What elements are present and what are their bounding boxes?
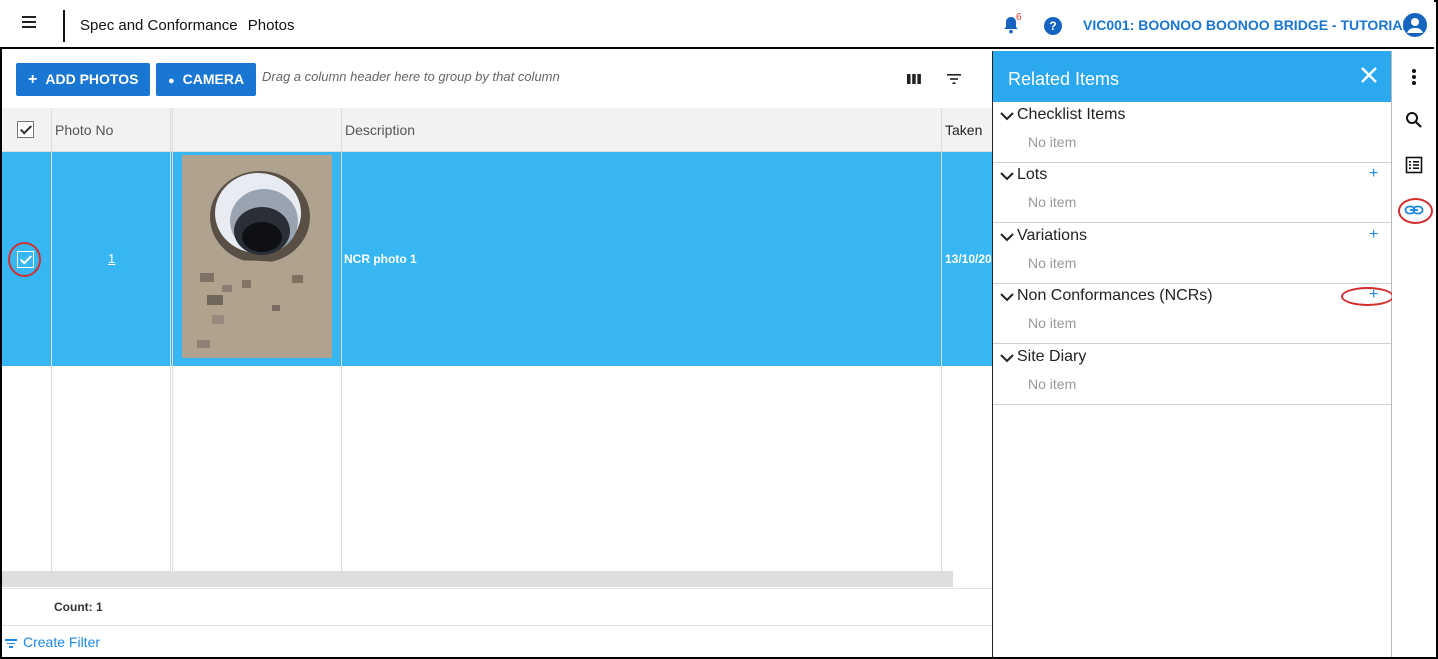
section-empty-text: No item	[1028, 376, 1077, 392]
column-header-taken[interactable]: Taken	[945, 122, 982, 138]
chevron-down-icon[interactable]	[1000, 350, 1014, 363]
help-icon[interactable]: ?	[1044, 17, 1062, 35]
section-empty-text: No item	[1028, 255, 1077, 271]
right-rail	[1392, 51, 1436, 657]
section-title[interactable]: Lots	[1017, 166, 1047, 184]
horizontal-scrollbar[interactable]	[2, 571, 953, 587]
filter-lines-icon	[5, 637, 17, 650]
section-non-conformances: Non Conformances (NCRs) + No item	[993, 283, 1394, 344]
chevron-down-icon[interactable]	[1000, 168, 1014, 181]
section-lots: Lots + No item	[993, 162, 1391, 223]
top-bar: Spec and Conformance Photos 6 ? VIC001: …	[0, 0, 1434, 49]
camera-label: CAMERA	[182, 71, 245, 87]
breadcrumb: Spec and Conformance Photos	[80, 17, 300, 34]
section-title[interactable]: Non Conformances (NCRs)	[1017, 287, 1213, 305]
row-description: NCR photo 1	[344, 252, 417, 266]
close-icon[interactable]	[1360, 65, 1378, 89]
camera-icon: ●	[168, 75, 175, 87]
footer-divider	[2, 625, 992, 626]
column-divider	[170, 108, 171, 571]
section-title[interactable]: Checklist Items	[1017, 106, 1125, 124]
hamburger-menu-icon[interactable]	[22, 16, 36, 30]
section-title[interactable]: Site Diary	[1017, 348, 1086, 366]
row-taken-date: 13/10/20	[945, 252, 992, 266]
select-all-checkbox[interactable]	[17, 121, 34, 138]
column-divider	[941, 108, 942, 571]
user-avatar-icon[interactable]	[1403, 13, 1427, 37]
column-divider	[172, 108, 173, 571]
section-title[interactable]: Variations	[1017, 227, 1087, 245]
notifications-bell-icon[interactable]: 6	[1003, 12, 1023, 38]
footer-divider	[2, 588, 992, 589]
camera-button[interactable]: ● CAMERA	[156, 63, 257, 96]
chevron-down-icon[interactable]	[1000, 289, 1014, 302]
section-empty-text: No item	[1028, 134, 1077, 150]
plus-icon: +	[28, 71, 38, 88]
chevron-down-icon[interactable]	[1000, 229, 1014, 242]
photo-no-link[interactable]: 1	[108, 251, 115, 266]
section-empty-text: No item	[1028, 315, 1077, 331]
related-items-panel: Related Items Checklist Items No item Lo…	[992, 51, 1394, 657]
group-by-drop-zone[interactable]: Drag a column header here to group by th…	[262, 69, 560, 84]
section-checklist-items: Checklist Items No item	[993, 102, 1391, 163]
search-icon[interactable]	[1404, 110, 1424, 130]
column-chooser-icon[interactable]	[905, 70, 923, 88]
add-photos-button[interactable]: + ADD PHOTOS	[16, 63, 151, 96]
create-filter-link[interactable]: Create Filter	[5, 634, 100, 650]
section-empty-text: No item	[1028, 194, 1077, 210]
list-details-icon[interactable]	[1404, 155, 1424, 175]
more-vertical-icon[interactable]	[1404, 67, 1424, 87]
photo-thumbnail[interactable]	[182, 155, 332, 358]
section-site-diary: Site Diary No item	[993, 344, 1391, 405]
table-row[interactable]: 1 NCR photo 1 13/10/20	[2, 152, 992, 366]
grid-header: Photo No Description Taken	[2, 108, 992, 152]
column-divider	[51, 108, 52, 571]
breadcrumb-module[interactable]: Spec and Conformance	[80, 17, 238, 34]
create-filter-label: Create Filter	[23, 634, 101, 650]
section-variations: Variations + No item	[993, 223, 1391, 284]
column-divider	[341, 108, 342, 571]
filter-icon[interactable]	[945, 70, 963, 88]
highlight-ring	[1341, 287, 1394, 306]
column-header-description[interactable]: Description	[345, 122, 415, 138]
related-items-title: Related Items	[1008, 69, 1120, 89]
add-lot-button[interactable]: +	[1369, 165, 1378, 183]
column-header-photo-no[interactable]: Photo No	[55, 122, 113, 138]
project-selector[interactable]: VIC001: BOONOO BOONOO BRIDGE - TUTORIAL	[1083, 17, 1411, 33]
breadcrumb-page: Photos	[247, 17, 295, 34]
add-photos-label: ADD PHOTOS	[45, 71, 139, 87]
row-count: Count: 1	[54, 600, 103, 614]
header-divider	[63, 10, 65, 42]
notification-count-badge: 6	[1016, 12, 1022, 23]
highlight-ring	[8, 242, 41, 277]
highlight-ring	[1398, 198, 1433, 224]
photos-grid: Photo No Description Taken 1 NCR photo 1…	[2, 108, 992, 571]
related-items-header: Related Items	[993, 51, 1391, 102]
chevron-down-icon[interactable]	[1000, 108, 1014, 121]
add-variation-button[interactable]: +	[1369, 226, 1378, 244]
